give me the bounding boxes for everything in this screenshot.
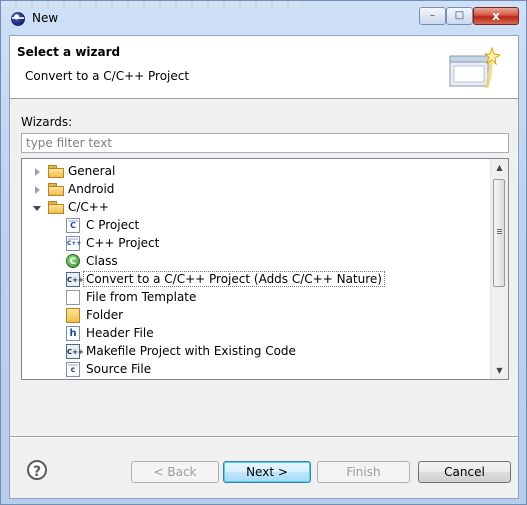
- source-folder-icon: [66, 308, 80, 323]
- convert-project-icon: C++: [66, 272, 84, 287]
- file-template-icon: [66, 290, 80, 305]
- help-icon[interactable]: ?: [27, 460, 47, 480]
- maximize-button[interactable]: □: [446, 7, 473, 25]
- wizard-header: Select a wizard Convert to a C/C++ Proje…: [10, 36, 518, 99]
- cancel-button[interactable]: Cancel: [418, 461, 511, 483]
- scroll-down-arrow-icon[interactable]: ▼: [491, 362, 508, 379]
- tree-item-label: Source File: [86, 362, 152, 376]
- page-description: Convert to a C/C++ Project: [25, 69, 190, 83]
- tree-item-label: General: [68, 164, 116, 178]
- title-bar[interactable]: New – □ x: [1, 1, 526, 35]
- tree-item-label: Class: [86, 254, 118, 268]
- makefile-project-icon: C++: [66, 344, 84, 359]
- finish-button[interactable]: Finish: [317, 461, 410, 483]
- eclipse-icon: [11, 12, 25, 26]
- filter-input[interactable]: [21, 133, 509, 153]
- tree-item-label: Android: [68, 182, 115, 196]
- tree-scrollbar[interactable]: ▲ ▼: [490, 159, 508, 379]
- close-button[interactable]: x: [473, 7, 519, 25]
- source-file-icon: c: [66, 362, 80, 377]
- tree-item-label: Makefile Project with Existing Code: [86, 344, 296, 358]
- scroll-up-arrow-icon[interactable]: ▲: [491, 159, 508, 176]
- wizards-label: Wizards:: [21, 115, 73, 129]
- open-folder-icon: [48, 201, 64, 214]
- maximize-icon: □: [454, 10, 465, 21]
- page-title: Select a wizard: [17, 45, 121, 59]
- minimize-button[interactable]: –: [419, 7, 446, 25]
- tree-item-label: C/C++: [68, 200, 109, 214]
- window-title: New: [32, 11, 59, 25]
- tree-item-label: Header File: [86, 326, 154, 340]
- tree-item-label: Folder: [86, 308, 124, 322]
- new-wizard-window: New – □ x Select a wizard Convert to a C…: [0, 0, 527, 505]
- expand-arrow-icon[interactable]: [35, 186, 40, 194]
- header-file-icon: h: [66, 326, 80, 341]
- tree-item-label: File from Template: [86, 290, 197, 304]
- tree-item-label: Convert to a C/C++ Project (Adds C/C++ N…: [83, 271, 385, 287]
- button-bar-separator: [10, 436, 518, 438]
- wizard-banner-icon: [449, 46, 500, 89]
- class-icon: C: [66, 254, 80, 268]
- dialog-body: Select a wizard Convert to a C/C++ Proje…: [9, 35, 519, 499]
- cpp-project-icon: C++: [66, 236, 81, 251]
- next-button[interactable]: Next >: [223, 461, 311, 483]
- scrollbar-thumb[interactable]: [493, 179, 505, 287]
- close-icon: x: [492, 9, 500, 23]
- wizard-tree[interactable]: General Android C/C++ C C Project C++ C+…: [21, 158, 509, 380]
- tree-item-label: C Project: [86, 218, 140, 232]
- expand-arrow-icon[interactable]: [35, 168, 40, 176]
- minimize-icon: –: [430, 10, 435, 21]
- folder-icon: [48, 183, 64, 196]
- collapse-arrow-icon[interactable]: [33, 206, 41, 211]
- c-project-icon: C: [66, 218, 80, 233]
- tree-item-label: C++ Project: [86, 236, 160, 250]
- back-button[interactable]: < Back: [131, 461, 219, 483]
- folder-icon: [48, 165, 64, 178]
